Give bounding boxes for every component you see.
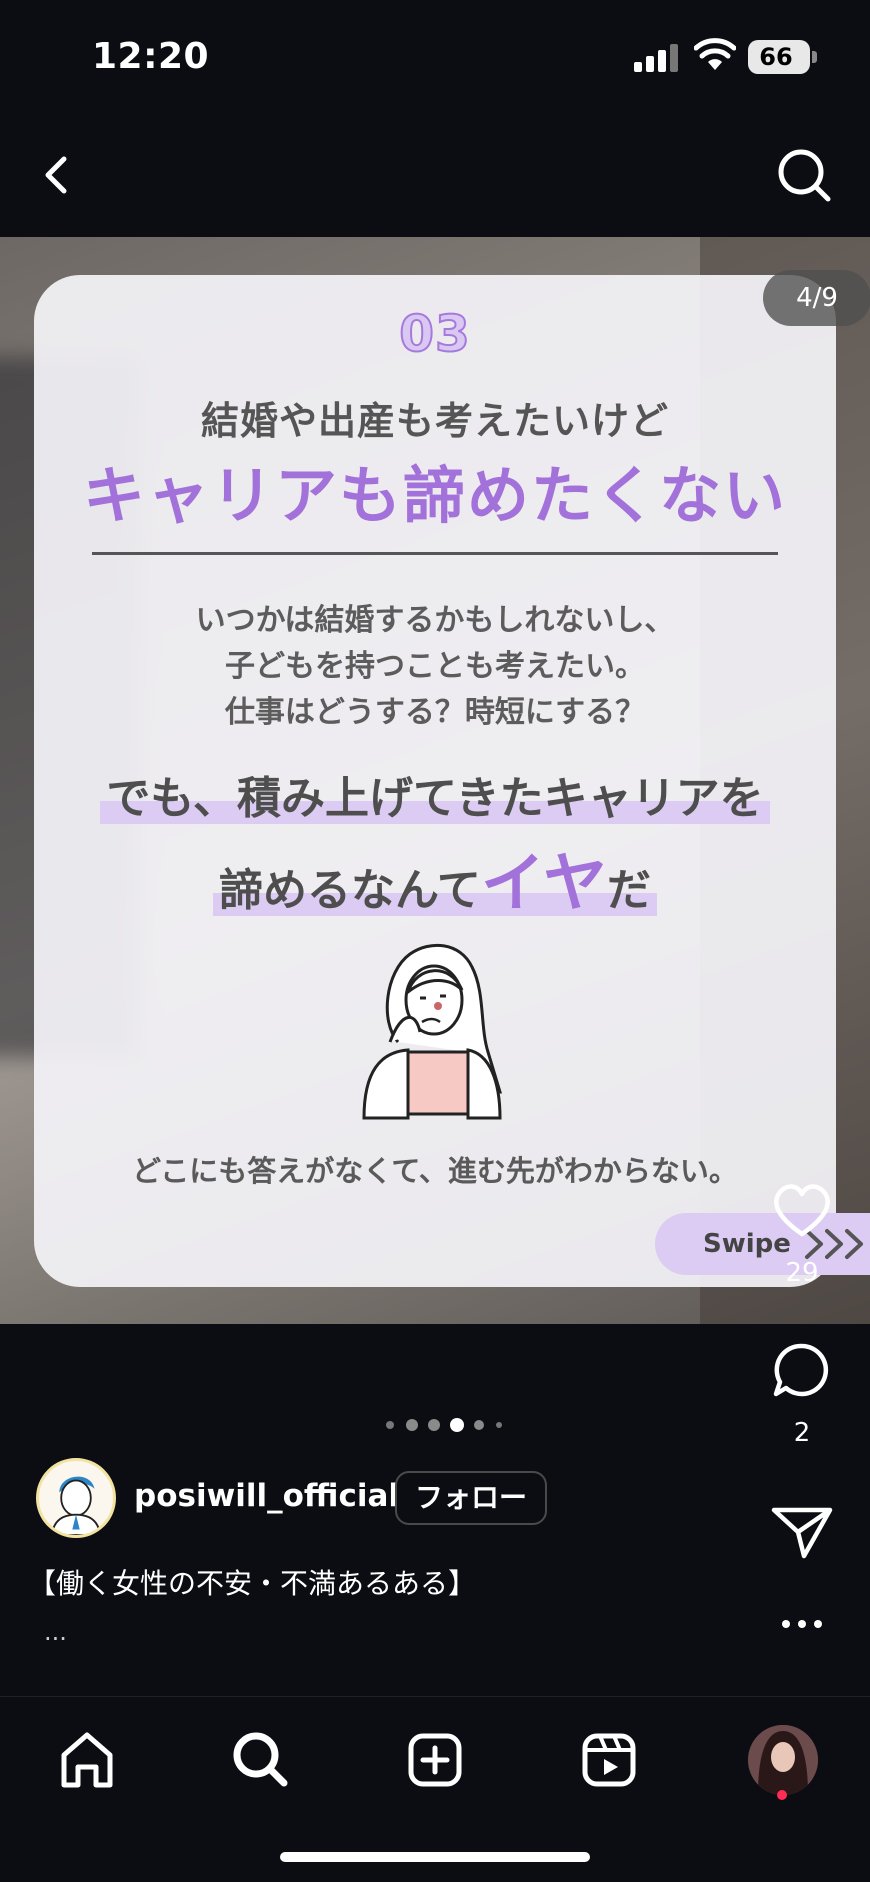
comment-icon[interactable] xyxy=(768,1340,836,1400)
emphasis-text-2c: だ xyxy=(606,865,651,916)
comment-count: 2 xyxy=(793,1418,811,1448)
card-headline: キャリアも諦めたくない xyxy=(82,459,787,532)
card-bottom-line: どこにも答えがなくて、進む先がわからない。 xyxy=(132,1154,738,1188)
search-icon[interactable] xyxy=(770,135,840,215)
battery-level: 66 xyxy=(759,43,793,71)
more-horizontal-icon[interactable] xyxy=(768,1606,836,1642)
status-bar: 12:20 66 xyxy=(0,0,870,115)
battery-icon: 66 xyxy=(748,40,817,74)
like-count: 29 xyxy=(785,1258,819,1288)
emphasis-iya: イヤ xyxy=(480,847,607,921)
paragraph-line: 子どもを持つことも考えたい。 xyxy=(225,649,645,684)
reels-icon[interactable] xyxy=(574,1725,644,1795)
worried-woman-illustration xyxy=(362,943,503,1120)
top-nav xyxy=(0,115,870,237)
card-number: 03 xyxy=(398,304,471,364)
wifi-icon xyxy=(694,38,736,70)
paragraph-line: いつかは結婚するかもしれないし、 xyxy=(195,603,675,638)
chevron-left-icon[interactable] xyxy=(30,135,90,215)
search-icon[interactable] xyxy=(226,1725,296,1795)
send-icon[interactable] xyxy=(768,1502,836,1562)
emphasis-text-2a: 諦めるなんて xyxy=(219,865,481,916)
cellular-signal-icon xyxy=(634,44,680,72)
notification-dot xyxy=(777,1790,787,1800)
heart-icon[interactable] xyxy=(768,1180,836,1240)
swipe-badge: Swipe xyxy=(655,1213,870,1275)
follow-button[interactable]: フォロー xyxy=(395,1471,547,1525)
caption-text[interactable]: 【働く女性の不安・不満あるある】 xyxy=(28,1562,476,1602)
avatar[interactable] xyxy=(36,1458,116,1538)
status-time: 12:20 xyxy=(92,36,210,77)
home-icon[interactable] xyxy=(52,1725,122,1795)
home-indicator xyxy=(280,1852,590,1862)
divider xyxy=(92,552,778,555)
caption-more[interactable]: ... xyxy=(44,1618,67,1646)
card-subtitle: 結婚や出産も考えたいけど xyxy=(200,399,669,443)
paragraph-line: 仕事はどうする？時短にする？ xyxy=(224,695,646,730)
card-paragraph: いつかは結婚するかもしれないし、 子どもを持つことも考えたい。 仕事はどうする？… xyxy=(0,598,870,736)
plus-square-icon[interactable] xyxy=(400,1725,470,1795)
emphasis-line-1: でも、積み上げてきたキャリアを xyxy=(0,762,870,826)
emphasis-text-1: でも、積み上げてきたキャリアを xyxy=(100,773,770,824)
profile-avatar[interactable] xyxy=(748,1725,818,1795)
username[interactable]: posiwill_official xyxy=(134,1478,399,1514)
emphasis-line-2: 諦めるなんてイヤだ xyxy=(0,832,870,924)
carousel-dots xyxy=(380,1414,520,1436)
emphasis-text-2: 諦めるなんてイヤだ xyxy=(213,847,657,921)
